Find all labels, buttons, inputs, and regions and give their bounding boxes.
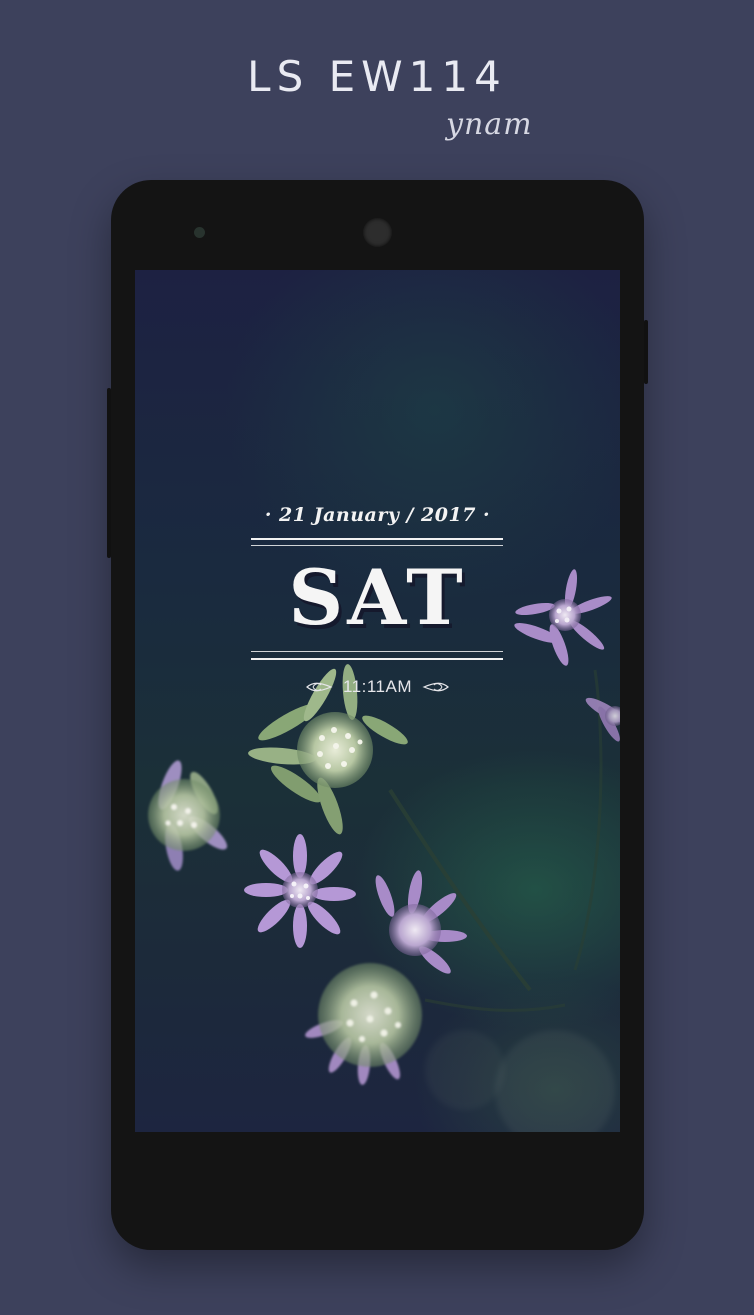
divider bbox=[251, 658, 503, 660]
divider bbox=[251, 538, 503, 540]
front-camera bbox=[363, 218, 392, 247]
leaf-ornament-icon bbox=[306, 682, 333, 692]
lock-screen[interactable]: · 21 January / 2017 · SAT 11:11AM bbox=[135, 270, 620, 1132]
theme-title: LS EW114 bbox=[247, 52, 507, 101]
flower-wallpaper bbox=[148, 569, 620, 1132]
divider bbox=[251, 545, 503, 546]
day-label: SAT bbox=[288, 553, 467, 642]
time-label: 11:11AM bbox=[342, 677, 413, 696]
theme-author: ynam bbox=[446, 107, 533, 142]
divider bbox=[251, 651, 503, 652]
proximity-sensor bbox=[194, 227, 205, 238]
volume-button bbox=[107, 388, 111, 558]
clock-widget: · 21 January / 2017 · SAT 11:11AM bbox=[135, 500, 620, 700]
leaf-ornament-icon bbox=[422, 682, 449, 692]
date-label: · 21 January / 2017 · bbox=[264, 504, 491, 526]
phone-frame: · 21 January / 2017 · SAT 11:11AM bbox=[107, 180, 648, 1250]
power-button bbox=[644, 320, 648, 384]
time-row: 11:11AM bbox=[135, 675, 620, 699]
